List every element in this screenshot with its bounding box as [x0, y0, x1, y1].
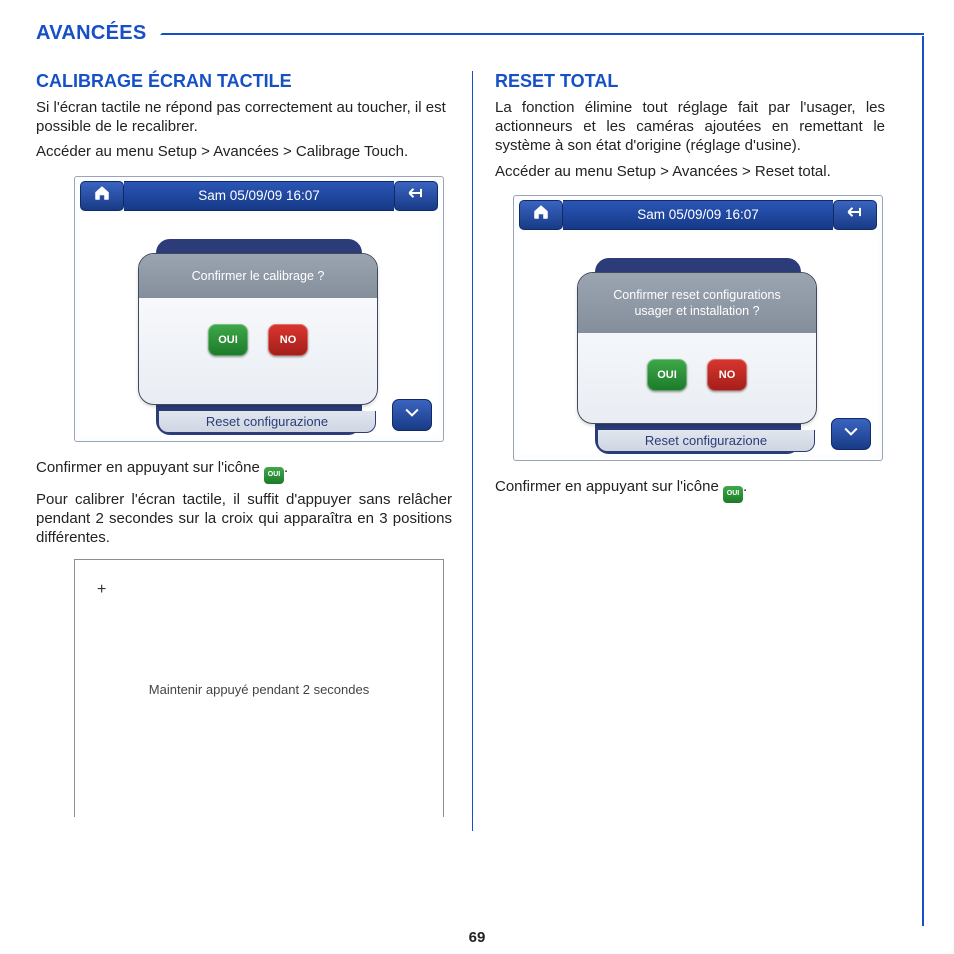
chevron-down-icon [841, 421, 861, 446]
datetime-strip: Sam 05/09/09 16:07 [563, 200, 833, 230]
device-topbar: Sam 05/09/09 16:07 [519, 200, 877, 230]
oui-button[interactable]: OUI [208, 324, 248, 356]
back-arrow-icon [845, 202, 865, 227]
left-device-figure: Sam 05/09/09 16:07 Confirmer le calibrag… [74, 176, 452, 442]
confirm-dialog: Confirmer reset configurations usager et… [577, 272, 817, 424]
left-para-3: Pour calibrer l'écran tactile, il suffit… [36, 490, 452, 548]
home-button[interactable] [80, 181, 124, 211]
dialog-button-row: OUI NO [208, 324, 308, 356]
scroll-down-button[interactable] [392, 399, 432, 431]
left-confirm-line: Confirmer en appuyant sur l'icône OUI. [36, 458, 452, 484]
bottom-label-strip: Reset configurazione [158, 411, 376, 433]
device-screen: Confirmer le calibrage ? OUI NO Reset co… [80, 213, 438, 435]
right-para-2: Accéder au menu Setup > Avancées > Reset… [495, 162, 885, 181]
confirm-prefix: Confirmer en appuyant sur l'icône [36, 459, 264, 476]
device-topbar: Sam 05/09/09 16:07 [80, 181, 438, 211]
bottom-label-strip: Reset configurazione [597, 430, 815, 452]
right-heading: RESET TOTAL [495, 71, 885, 92]
device-screen: Confirmer reset configurations usager et… [519, 232, 877, 454]
page-number: 69 [0, 929, 954, 946]
device-frame: Sam 05/09/09 16:07 Confirmer le calibrag… [74, 176, 444, 442]
calibration-hold-message: Maintenir appuyé pendant 2 secondes [75, 682, 443, 697]
dialog-button-row: OUI NO [647, 359, 747, 391]
calibration-figure: + Maintenir appuyé pendant 2 secondes [74, 559, 444, 817]
dialog-line-2: usager et installation ? [634, 304, 759, 318]
inline-oui-icon: OUI [723, 486, 743, 503]
dialog-line-1: Confirmer reset configurations [613, 288, 780, 302]
scroll-down-button[interactable] [831, 418, 871, 450]
datetime-strip: Sam 05/09/09 16:07 [124, 181, 394, 211]
home-button[interactable] [519, 200, 563, 230]
calibration-cross[interactable]: + [97, 582, 106, 598]
section-header: AVANCÉES [36, 22, 924, 45]
no-button[interactable]: NO [268, 324, 308, 356]
inline-oui-icon: OUI [264, 467, 284, 484]
section-title: AVANCÉES [36, 22, 147, 45]
left-heading: CALIBRAGE ÉCRAN TACTILE [36, 71, 452, 92]
right-confirm-line: Confirmer en appuyant sur l'icône OUI. [495, 477, 885, 503]
oui-button[interactable]: OUI [647, 359, 687, 391]
left-column: CALIBRAGE ÉCRAN TACTILE Si l'écran tacti… [36, 71, 468, 831]
right-column: RESET TOTAL La fonction élimine tout rég… [477, 71, 909, 831]
no-button[interactable]: NO [707, 359, 747, 391]
right-border [922, 36, 924, 926]
confirm-suffix: . [743, 478, 747, 495]
confirm-prefix: Confirmer en appuyant sur l'icône [495, 478, 723, 495]
decorative-slash [160, 33, 200, 35]
left-para-1: Si l'écran tactile ne répond pas correct… [36, 98, 452, 136]
chevron-down-icon [402, 402, 422, 427]
confirm-dialog: Confirmer le calibrage ? OUI NO [138, 253, 378, 405]
two-column-layout: CALIBRAGE ÉCRAN TACTILE Si l'écran tacti… [36, 71, 924, 831]
home-icon [532, 203, 550, 226]
back-button[interactable] [833, 200, 877, 230]
home-icon [93, 184, 111, 207]
dialog-message: Confirmer le calibrage ? [139, 254, 377, 298]
column-divider [472, 71, 473, 831]
decorative-rule [193, 33, 924, 35]
right-device-figure: Sam 05/09/09 16:07 Confirmer reset confi… [513, 195, 885, 461]
left-para-2: Accéder au menu Setup > Avancées > Calib… [36, 142, 452, 161]
back-button[interactable] [394, 181, 438, 211]
confirm-suffix: . [284, 459, 288, 476]
right-para-1: La fonction élimine tout réglage fait pa… [495, 98, 885, 156]
dialog-message: Confirmer reset configurations usager et… [578, 273, 816, 334]
device-frame: Sam 05/09/09 16:07 Confirmer reset confi… [513, 195, 883, 461]
back-arrow-icon [406, 183, 426, 208]
